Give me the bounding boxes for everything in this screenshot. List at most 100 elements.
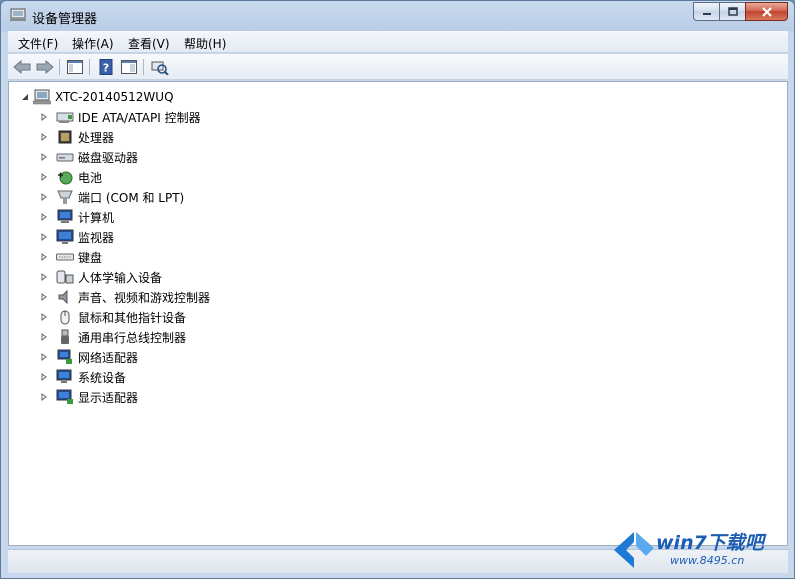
device-manager-app-icon <box>10 8 26 21</box>
expand-arrow-icon[interactable] <box>38 391 50 403</box>
menu-file[interactable]: 文件(F) <box>18 35 58 52</box>
expand-arrow-icon[interactable] <box>38 311 50 323</box>
tree-item-label: 声音、视频和游戏控制器 <box>78 290 211 305</box>
tree-item[interactable]: 人体学输入设备 <box>38 268 162 286</box>
ide-controller-icon <box>56 109 74 125</box>
action-pane-button[interactable] <box>119 58 139 76</box>
watermark: win7下载吧 www.8495.cn <box>612 524 772 572</box>
console-tree-icon <box>67 60 83 74</box>
maximize-icon <box>727 7 738 16</box>
disk-drive-icon <box>56 149 74 165</box>
battery-icon <box>56 169 74 185</box>
device-manager-window: 设备管理器 文件(F) 操作(A) 查看(V) 帮助(H) ? XTC-2014… <box>0 0 795 579</box>
display-adapter-icon <box>56 389 74 405</box>
expand-arrow-icon[interactable] <box>38 211 50 223</box>
tree-item[interactable]: 声音、视频和游戏控制器 <box>38 288 210 306</box>
back-button[interactable] <box>12 58 32 76</box>
expand-arrow-icon[interactable] <box>38 151 50 163</box>
close-icon <box>761 6 772 17</box>
action-pane-icon <box>121 60 137 74</box>
toolbar-separator <box>59 59 60 75</box>
menu-bar: 文件(F) 操作(A) 查看(V) 帮助(H) <box>8 31 788 53</box>
tree-item-label: 系统设备 <box>78 370 127 385</box>
tree-item[interactable]: 磁盘驱动器 <box>38 148 138 166</box>
tree-item-label: 通用串行总线控制器 <box>78 330 187 345</box>
tree-item[interactable]: 鼠标和其他指针设备 <box>38 308 186 326</box>
scan-hardware-icon <box>151 61 169 75</box>
tree-item[interactable]: 端口 (COM 和 LPT) <box>38 188 184 206</box>
help-button[interactable]: ? <box>96 58 116 76</box>
tree-item-label: 电池 <box>78 170 103 185</box>
window-title: 设备管理器 <box>32 12 98 27</box>
expand-arrow-icon[interactable] <box>38 371 50 383</box>
port-icon <box>56 189 74 205</box>
expand-arrow-icon[interactable] <box>38 231 50 243</box>
tree-item-label: 鼠标和其他指针设备 <box>78 310 187 325</box>
close-button[interactable] <box>745 2 788 21</box>
tree-item-label: 磁盘驱动器 <box>78 150 139 165</box>
window-controls <box>693 2 788 21</box>
processor-icon <box>56 129 74 145</box>
tree-item[interactable]: 计算机 <box>38 208 114 226</box>
sound-icon <box>56 289 74 305</box>
computer-icon <box>56 209 74 225</box>
tree-item[interactable]: 通用串行总线控制器 <box>38 328 186 346</box>
back-arrow-icon <box>13 60 31 74</box>
menu-action[interactable]: 操作(A) <box>72 35 114 52</box>
expand-arrow-icon[interactable] <box>38 191 50 203</box>
title-bar[interactable]: 设备管理器 <box>1 1 794 31</box>
maximize-button[interactable] <box>719 2 745 21</box>
toolbar: ? <box>8 54 788 80</box>
computer-name-label: XTC-20140512WUQ <box>55 90 174 104</box>
tree-item-label: 键盘 <box>78 250 103 265</box>
expand-arrow-icon[interactable] <box>38 111 50 123</box>
usb-icon <box>56 329 74 345</box>
expand-arrow-icon[interactable] <box>38 351 50 363</box>
watermark-url: www.8495.cn <box>670 554 745 567</box>
forward-arrow-icon <box>36 60 54 74</box>
expand-arrow-icon[interactable] <box>38 131 50 143</box>
tree-item-label: 人体学输入设备 <box>78 270 163 285</box>
tree-item[interactable]: 处理器 <box>38 128 114 146</box>
monitor-icon <box>56 229 74 245</box>
forward-button[interactable] <box>35 58 55 76</box>
tree-item[interactable]: 网络适配器 <box>38 348 138 366</box>
tree-item[interactable]: IDE ATA/ATAPI 控制器 <box>38 108 201 126</box>
svg-text:?: ? <box>103 62 109 75</box>
network-adapter-icon <box>56 349 74 365</box>
menu-help[interactable]: 帮助(H) <box>184 35 226 52</box>
menu-view[interactable]: 查看(V) <box>128 35 170 52</box>
tree-item[interactable]: 系统设备 <box>38 368 126 386</box>
tree-item-label: 处理器 <box>78 130 115 145</box>
toolbar-separator <box>143 59 144 75</box>
hid-icon <box>56 269 74 285</box>
tree-item-label: 显示适配器 <box>78 390 139 405</box>
tree-item-label: 计算机 <box>78 210 115 225</box>
scan-hardware-button[interactable] <box>150 58 170 76</box>
tree-item-label: IDE ATA/ATAPI 控制器 <box>78 110 201 125</box>
toolbar-separator <box>89 59 90 75</box>
device-tree-pane[interactable]: XTC-20140512WUQ IDE ATA/ATAPI 控制器 处理器磁盘驱动… <box>8 81 788 546</box>
expand-arrow-icon[interactable] <box>38 171 50 183</box>
expand-arrow-icon[interactable] <box>38 271 50 283</box>
help-book-icon: ? <box>99 59 113 75</box>
tree-item-label: 端口 (COM 和 LPT) <box>78 190 185 205</box>
tree-item[interactable]: 监视器 <box>38 228 114 246</box>
tree-item-label: 网络适配器 <box>78 350 139 365</box>
expand-arrow-icon[interactable] <box>38 331 50 343</box>
tree-item[interactable]: 显示适配器 <box>38 388 138 406</box>
watermark-brand: win7下载吧 <box>656 532 764 554</box>
minimize-icon <box>702 12 711 15</box>
mouse-icon <box>56 309 74 325</box>
expand-arrow-icon[interactable] <box>38 251 50 263</box>
tree-item[interactable]: 键盘 <box>38 248 102 266</box>
minimize-button[interactable] <box>693 2 719 21</box>
tree-item[interactable]: 电池 <box>38 168 102 186</box>
tree-item-label: 监视器 <box>78 230 115 245</box>
watermark-logo-icon <box>614 532 654 568</box>
tree-root[interactable]: XTC-20140512WUQ <box>19 88 174 106</box>
expand-arrow-icon[interactable] <box>38 291 50 303</box>
collapse-arrow-icon[interactable] <box>19 91 31 103</box>
computer-root-icon <box>33 89 51 105</box>
show-hide-console-tree-button[interactable] <box>65 58 85 76</box>
